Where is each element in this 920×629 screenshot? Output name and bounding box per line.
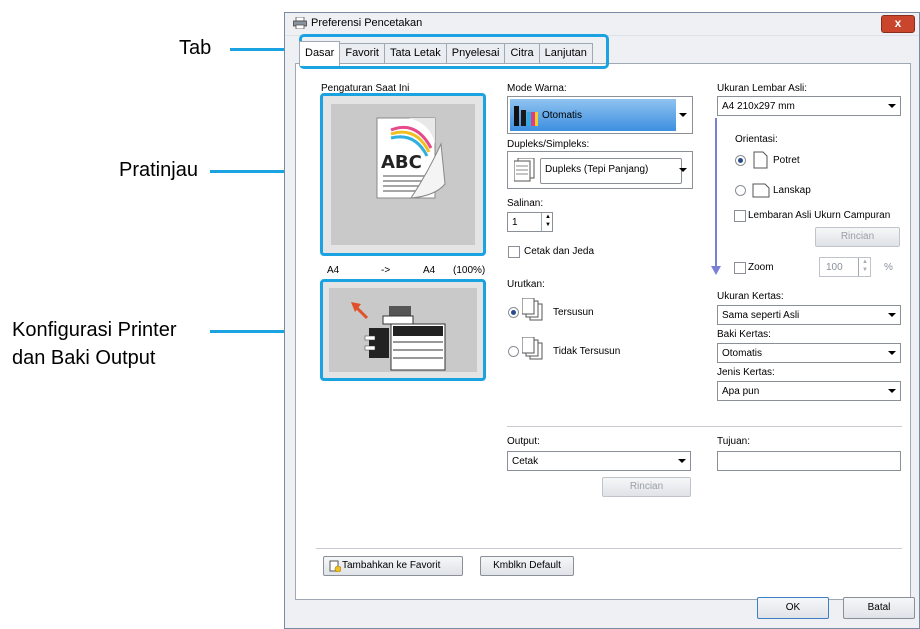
title-bar: Preferensi Pencetakan x — [285, 13, 919, 36]
chevron-down-icon — [888, 313, 896, 317]
add-favorite-label: Tambahkan ke Favorit — [342, 560, 441, 571]
landscape-label: Lanskap — [773, 185, 811, 196]
output-value: Cetak — [512, 456, 539, 467]
close-button[interactable]: x — [881, 15, 915, 33]
color-mode-icon — [514, 106, 538, 126]
tray-value: Otomatis — [722, 348, 763, 359]
orig-size-dropdown[interactable]: A4 210x297 mm — [717, 96, 901, 116]
duplex-dropdown[interactable]: Dupleks (Tepi Panjang) — [507, 151, 693, 189]
paper-type-dropdown[interactable]: Apa pun — [717, 381, 901, 401]
chevron-down-icon — [888, 389, 896, 393]
size-arrow: -> — [381, 265, 391, 276]
duplex-value: Dupleks (Tepi Panjang) — [545, 164, 649, 175]
portrait-radio[interactable] — [735, 155, 746, 166]
mixed-details-button[interactable]: Rincian — [815, 227, 900, 247]
paper-size-value: Sama seperti Asli — [722, 310, 800, 321]
chevron-down-icon — [888, 104, 896, 108]
destination-input[interactable] — [717, 451, 901, 471]
ok-button[interactable]: OK — [757, 597, 829, 619]
size-to: A4 — [423, 265, 436, 276]
print-pause-checkbox[interactable] — [508, 246, 520, 258]
callout-preview: Pratinjau — [119, 159, 198, 181]
sort-collated-label: Tersusun — [553, 307, 594, 318]
tray-label: Baki Kertas: — [717, 329, 771, 340]
output-dropdown[interactable]: Cetak — [507, 451, 691, 471]
orientation-arrow-line — [715, 118, 717, 268]
printer-icon — [293, 17, 307, 29]
add-favorite-button[interactable]: Tambahkan ke Favorit — [323, 556, 463, 576]
mixed-size-checkbox[interactable] — [734, 210, 746, 222]
paper-size-label: Ukuran Kertas: — [717, 291, 784, 302]
arrow-down-icon — [711, 266, 721, 275]
cancel-button[interactable]: Batal — [843, 597, 915, 619]
chevron-down-icon — [678, 459, 686, 463]
collated-icon — [522, 298, 543, 321]
duplex-label: Dupleks/Simpleks: — [507, 139, 590, 150]
window-title: Preferensi Pencetakan — [311, 17, 423, 29]
printer-config-frame — [320, 279, 486, 381]
orientation-label: Orientasi: — [735, 134, 778, 145]
callout-printer-line1: Konfigurasi Printer — [12, 319, 177, 341]
zoom-unit: % — [884, 262, 893, 273]
sort-uncollated-radio[interactable] — [508, 346, 519, 357]
output-label: Output: — [507, 436, 540, 447]
spin-up-icon[interactable]: ▲ — [859, 258, 871, 266]
portrait-label: Potret — [773, 155, 800, 166]
sort-uncollated-label: Tidak Tersusun — [553, 346, 621, 357]
preview-area: ABC — [331, 104, 475, 245]
bottom-separator — [316, 548, 902, 549]
page-preview-icon: ABC — [376, 117, 446, 199]
duplex-icon — [514, 158, 535, 182]
preview-frame: ABC — [320, 93, 486, 256]
color-mode-dropdown[interactable]: Otomatis — [507, 96, 693, 134]
landscape-radio[interactable] — [735, 185, 746, 196]
zoom-value: 100 — [826, 262, 843, 273]
tray-dropdown[interactable]: Otomatis — [717, 343, 901, 363]
color-mode-value: Otomatis — [542, 110, 583, 121]
uncollated-icon — [522, 337, 543, 360]
copies-value: 1 — [512, 217, 518, 228]
paper-size-dropdown[interactable]: Sama seperti Asli — [717, 305, 901, 325]
spin-down-icon[interactable]: ▼ — [542, 221, 554, 229]
output-details-button[interactable]: Rincian — [602, 477, 691, 497]
orig-size-label: Ukuran Lembar Asli: — [717, 83, 808, 94]
print-pause-label: Cetak dan Jeda — [524, 246, 595, 257]
sort-label: Urutkan: — [507, 279, 545, 290]
tab-dasar[interactable]: Dasar — [299, 41, 341, 66]
size-percent: (100%) — [453, 265, 486, 276]
chevron-down-icon — [679, 168, 687, 172]
color-mode-label: Mode Warna: — [507, 83, 567, 94]
copies-label: Salinan: — [507, 198, 544, 209]
tab-highlight-frame — [299, 34, 609, 69]
printer-config-area — [329, 288, 477, 372]
zoom-label: Zoom — [748, 262, 774, 273]
size-from: A4 — [327, 265, 340, 276]
paper-type-value: Apa pun — [722, 386, 760, 397]
zoom-checkbox[interactable] — [734, 262, 746, 274]
paper-type-label: Jenis Kertas: — [717, 367, 775, 378]
portrait-icon — [753, 151, 768, 169]
spin-up-icon[interactable]: ▲ — [542, 213, 554, 221]
copies-stepper[interactable]: 1 ▲ ▼ — [507, 212, 553, 232]
orig-size-value: A4 210x297 mm — [722, 101, 795, 112]
printer-machine-icon — [351, 302, 446, 371]
callout-printer-line2: dan Baki Output — [12, 347, 156, 369]
destination-label: Tujuan: — [717, 436, 750, 447]
zoom-stepper[interactable]: 100 ▲ ▼ — [819, 257, 871, 277]
sort-collated-radio[interactable] — [508, 307, 519, 318]
preview-abc: ABC — [381, 152, 422, 173]
chevron-down-icon — [679, 113, 687, 117]
mixed-size-label: Lembaran Asli Ukurn Campuran — [748, 210, 891, 221]
spin-down-icon[interactable]: ▼ — [859, 266, 871, 274]
landscape-icon — [752, 183, 770, 198]
callout-tab: Tab — [179, 37, 212, 59]
add-favorite-icon — [329, 560, 341, 572]
separator — [507, 426, 902, 427]
chevron-down-icon — [888, 351, 896, 355]
restore-default-button[interactable]: Kmblkn Default — [480, 556, 574, 576]
